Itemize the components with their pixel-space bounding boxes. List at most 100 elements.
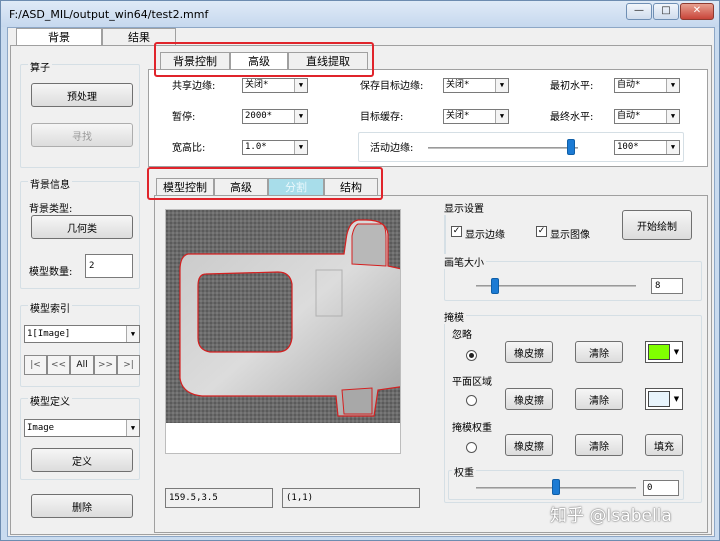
model-index-select[interactable]: 1[Image] ▼	[24, 325, 140, 343]
active-edge-slider[interactable]	[566, 139, 575, 155]
find-button[interactable]: 寻找	[31, 123, 133, 147]
target-cache-select[interactable]: 关闭* ▼	[443, 109, 509, 124]
active-edge-label: 活动边缘:	[370, 143, 414, 154]
tab-line-extract[interactable]: 直线提取	[288, 52, 368, 70]
model-count-label: 模型数量:	[29, 267, 73, 278]
final-level-label: 最终水平:	[550, 112, 594, 123]
model-def-title: 模型定义	[28, 393, 72, 408]
weight-slider[interactable]	[552, 479, 560, 495]
tab-bg-control[interactable]: 背景控制	[160, 52, 230, 70]
brush-size-field[interactable]: 8	[651, 278, 683, 294]
active-edge-value: 100*	[617, 142, 639, 152]
ignore-radio[interactable]	[466, 350, 477, 361]
flat-color-swatch	[648, 391, 670, 407]
client-area: 背景 结果 算子 预处理 寻找 背景信息 背景类型: 几何类 模型数量: 2 模…	[7, 27, 715, 537]
aspect-select[interactable]: 1.0* ▼	[242, 140, 308, 155]
model-def-select[interactable]: Image ▼	[24, 419, 140, 437]
weight-title: 权重	[452, 464, 476, 479]
nav-next-button[interactable]: >>	[94, 355, 117, 375]
show-image-checkbox[interactable]: ✓	[536, 226, 547, 237]
chevron-down-icon: ▼	[126, 326, 139, 342]
pixel-field: (1,1)	[282, 488, 420, 508]
chevron-down-icon: ▼	[666, 110, 679, 123]
model-index-title: 模型索引	[28, 300, 72, 315]
chevron-down-icon: ▼	[126, 420, 139, 436]
flat-region-label: 平面区域	[452, 377, 492, 388]
tab-structure[interactable]: 结构	[324, 178, 378, 196]
active-edge-select[interactable]: 100* ▼	[614, 140, 680, 155]
title-bar[interactable]: F:/ASD_MIL/output_win64/test2.mmf — □ ✕	[1, 1, 719, 27]
ignore-label: 忽略	[452, 330, 472, 341]
save-edge-select[interactable]: 关闭* ▼	[443, 78, 509, 93]
show-edge-checkbox[interactable]: ✓	[451, 226, 462, 237]
delete-button[interactable]: 删除	[31, 494, 133, 518]
pause-value: 2000*	[245, 111, 273, 121]
chevron-down-icon: ▼	[673, 348, 680, 356]
tab-background[interactable]: 背景	[16, 28, 102, 46]
active-edge-track[interactable]	[428, 147, 578, 149]
nav-all-button[interactable]: All	[70, 355, 94, 375]
start-draw-button[interactable]: 开始绘制	[622, 210, 692, 240]
ignore-color-picker[interactable]: ▼	[645, 341, 683, 363]
mask-title: 掩模	[442, 309, 466, 324]
display-title: 显示设置	[442, 200, 486, 215]
tab-result[interactable]: 结果	[102, 28, 176, 46]
first-level-select[interactable]: 自动* ▼	[614, 78, 680, 93]
mask-weight-radio[interactable]	[466, 442, 477, 453]
image-canvas[interactable]	[165, 209, 407, 454]
flat-color-picker[interactable]: ▼	[645, 388, 683, 410]
maximize-button[interactable]: □	[653, 3, 679, 20]
first-level-label: 最初水平:	[550, 81, 594, 92]
weight-clear-button[interactable]: 清除	[575, 434, 623, 456]
close-button[interactable]: ✕	[680, 3, 714, 20]
preprocess-button[interactable]: 预处理	[31, 83, 133, 107]
first-level-value: 自动*	[617, 80, 641, 90]
final-level-select[interactable]: 自动* ▼	[614, 109, 680, 124]
flat-region-radio[interactable]	[466, 395, 477, 406]
tab-sub-advanced[interactable]: 高级	[214, 178, 268, 196]
operator-group	[20, 64, 140, 168]
chevron-down-icon: ▼	[666, 141, 679, 154]
weight-field[interactable]: 0	[643, 480, 679, 496]
tab-advanced[interactable]: 高级	[230, 52, 288, 70]
aspect-label: 宽高比:	[172, 143, 206, 154]
chevron-down-icon: ▼	[294, 110, 307, 123]
bg-info-title: 背景信息	[28, 176, 72, 191]
tab-segment[interactable]: 分割	[268, 178, 324, 196]
pause-select[interactable]: 2000* ▼	[242, 109, 308, 124]
ignore-clear-button[interactable]: 清除	[575, 341, 623, 363]
brush-title: 画笔大小	[442, 254, 486, 269]
share-edge-select[interactable]: 关闭* ▼	[242, 78, 308, 93]
operator-title: 算子	[28, 59, 52, 74]
fill-button[interactable]: 填充	[645, 434, 683, 456]
weight-eraser-button[interactable]: 橡皮擦	[505, 434, 553, 456]
chevron-down-icon: ▼	[294, 79, 307, 92]
tab-model-control[interactable]: 模型控制	[156, 178, 214, 196]
model-nav: |< << All >> >|	[24, 355, 140, 375]
bg-type-label: 背景类型:	[29, 204, 73, 215]
ignore-color-swatch	[648, 344, 670, 360]
nav-prev-button[interactable]: <<	[47, 355, 70, 375]
minimize-button[interactable]: —	[626, 3, 652, 20]
aspect-value: 1.0*	[245, 142, 267, 152]
flat-eraser-button[interactable]: 橡皮擦	[505, 388, 553, 410]
nav-last-button[interactable]: >|	[117, 355, 140, 375]
model-count-field[interactable]: 2	[85, 254, 133, 278]
show-image-label: 显示图像	[550, 230, 590, 241]
chevron-down-icon: ▼	[673, 395, 680, 403]
bg-type-button[interactable]: 几何类	[31, 215, 133, 239]
define-button[interactable]: 定义	[31, 448, 133, 472]
share-edge-value: 关闭*	[245, 80, 269, 90]
brush-slider[interactable]	[491, 278, 500, 294]
final-level-value: 自动*	[617, 111, 641, 121]
model-index-value: 1[Image]	[27, 329, 71, 339]
chevron-down-icon: ▼	[294, 141, 307, 154]
mask-weight-label: 掩模权重	[452, 423, 492, 434]
ignore-eraser-button[interactable]: 橡皮擦	[505, 341, 553, 363]
brush-track[interactable]	[476, 285, 636, 287]
app-window: F:/ASD_MIL/output_win64/test2.mmf — □ ✕ …	[0, 0, 720, 541]
nav-first-button[interactable]: |<	[24, 355, 47, 375]
watermark: 知乎 @Isabella	[550, 506, 672, 526]
save-edge-label: 保存目标边缘:	[360, 81, 424, 92]
flat-clear-button[interactable]: 清除	[575, 388, 623, 410]
